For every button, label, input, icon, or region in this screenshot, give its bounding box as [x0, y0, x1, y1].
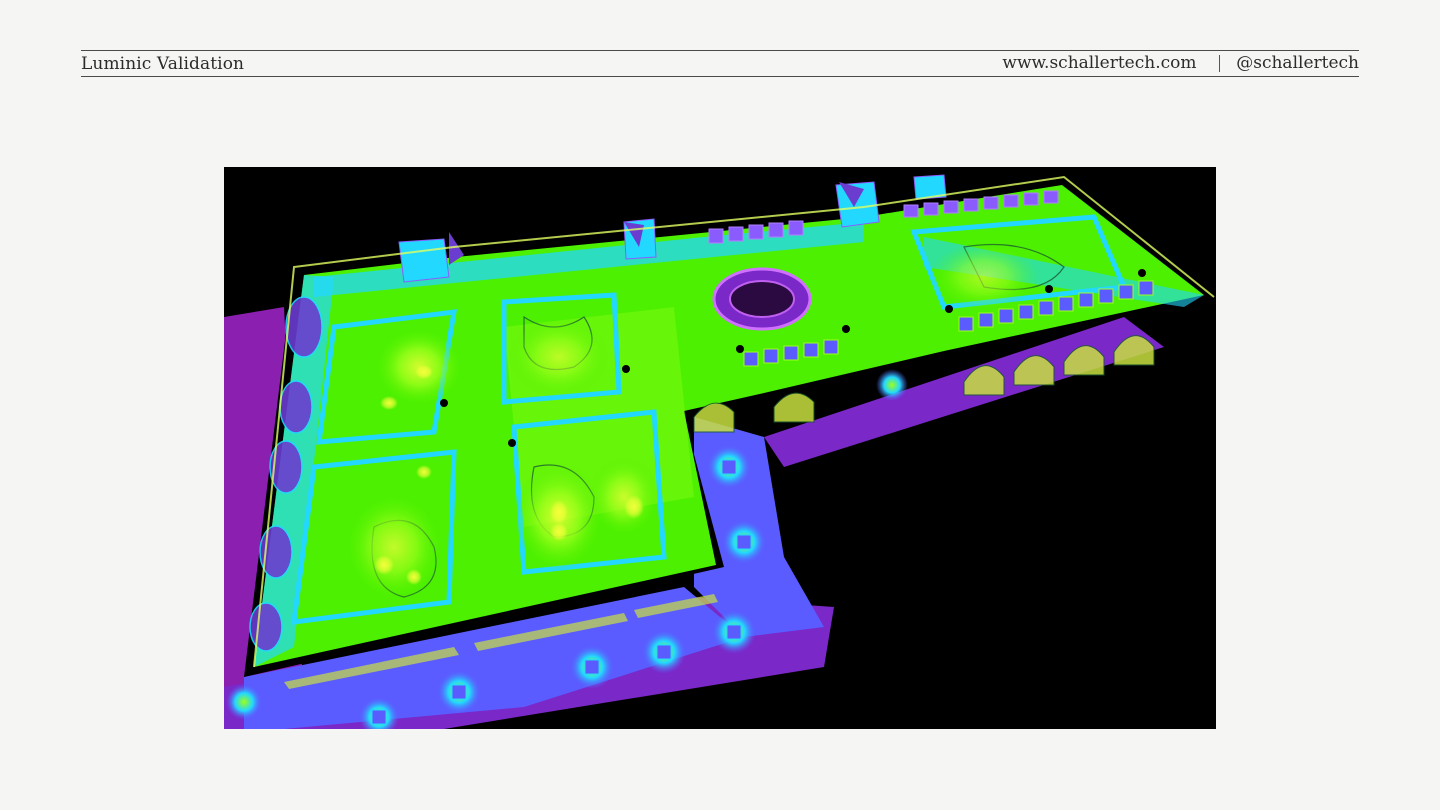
floor-plan-illustration	[224, 174, 1215, 729]
header-bar: Luminic Validation www.schallertech.com …	[81, 50, 1359, 77]
website-link[interactable]: www.schallertech.com	[1002, 52, 1196, 74]
social-handle-link[interactable]: @schallertech	[1236, 52, 1359, 74]
header-separator: |	[1216, 53, 1223, 73]
header-links: www.schallertech.com | @schallertech	[1002, 52, 1359, 74]
illuminance-rendering	[224, 167, 1216, 729]
page-title: Luminic Validation	[81, 54, 245, 74]
